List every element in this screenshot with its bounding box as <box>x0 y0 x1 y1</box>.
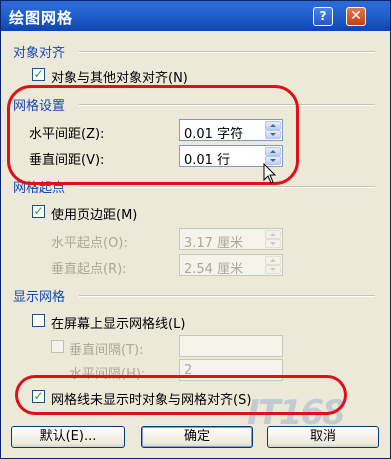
horizontal-spacing-label: 水平间距(Z): <box>29 127 105 142</box>
vertical-origin-value: 2.54 厘米 <box>184 262 244 277</box>
vertical-origin-spinner[interactable]: 2.54 厘米 <box>179 254 283 277</box>
grid-origin-header: 网格起点 <box>13 181 66 196</box>
horizontal-spacing-value: 0.01 字符 <box>184 127 244 142</box>
horizontal-origin-down-button[interactable] <box>265 239 281 248</box>
snap-when-hidden-label: 网格线未显示时对象与网格对齐(S) <box>51 393 252 408</box>
display-grid-separator <box>79 295 375 297</box>
default-button[interactable]: 默认(E)... <box>11 426 125 448</box>
vertical-spacing-label: 垂直间距(V): <box>29 153 105 168</box>
show-gridlines-label: 在屏幕上显示网格线(L) <box>51 317 186 332</box>
arrow-down-icon <box>270 159 276 162</box>
arrow-up-icon <box>270 124 276 127</box>
grid-origin-separator <box>79 186 375 188</box>
horizontal-every-value: 2 <box>184 363 193 378</box>
use-margins-checkbox[interactable]: ✓ <box>32 205 45 218</box>
horizontal-origin-label: 水平起点(O): <box>51 236 128 251</box>
arrow-down-icon <box>270 133 276 136</box>
vertical-spacing-value: 0.01 行 <box>184 153 231 168</box>
snap-separator <box>79 51 375 53</box>
horizontal-spacing-spinner[interactable]: 0.01 字符 <box>179 119 283 142</box>
horizontal-spacing-down-button[interactable] <box>265 130 281 139</box>
show-gridlines-checkbox[interactable] <box>32 314 45 327</box>
arrow-down-icon <box>270 242 276 245</box>
ok-button[interactable]: 确定 <box>141 426 253 448</box>
arrow-down-icon <box>270 268 276 271</box>
mouse-cursor-icon <box>263 163 277 184</box>
vertical-origin-down-button[interactable] <box>265 265 281 274</box>
snap-section-header: 对象对齐 <box>13 46 66 61</box>
dialog-title: 绘图网格 <box>9 9 74 27</box>
vertical-origin-up-button[interactable] <box>265 256 281 265</box>
vertical-spacing-up-button[interactable] <box>265 147 281 156</box>
arrow-up-icon <box>270 150 276 153</box>
snap-to-objects-checkbox[interactable]: ✓ <box>32 68 45 81</box>
arrow-up-icon <box>270 259 276 262</box>
horizontal-spacing-up-button[interactable] <box>265 121 281 130</box>
horizontal-origin-up-button[interactable] <box>265 230 281 239</box>
help-button[interactable]: ? <box>313 7 333 26</box>
horizontal-origin-spinner[interactable]: 3.17 厘米 <box>179 228 283 251</box>
grid-settings-header: 网格设置 <box>13 99 66 114</box>
snap-to-objects-label: 对象与其他对象对齐(N) <box>51 71 188 86</box>
horizontal-every-spinner[interactable]: 2 <box>179 359 283 381</box>
horizontal-every-label: 水平间隔(H): <box>69 367 146 382</box>
cancel-button[interactable]: 取消 <box>267 426 379 448</box>
vertical-every-label: 垂直间隔(T): <box>69 343 144 358</box>
drawing-grid-dialog: 绘图网格 ? ✕ 对象对齐 ✓ 对象与其他对象对齐(N) 网格设置 水平间距(Z… <box>0 0 391 459</box>
arrow-up-icon <box>270 233 276 236</box>
display-grid-header: 显示网格 <box>13 290 66 305</box>
grid-settings-separator <box>79 104 375 106</box>
use-margins-label: 使用页边距(M) <box>51 208 138 223</box>
vertical-every-spinner[interactable] <box>179 335 283 357</box>
vertical-every-checkbox[interactable] <box>51 340 64 353</box>
snap-when-hidden-checkbox[interactable]: ✓ <box>32 390 45 403</box>
title-bar[interactable]: 绘图网格 ? ✕ <box>1 1 390 31</box>
close-button[interactable]: ✕ <box>346 7 366 26</box>
horizontal-origin-value: 3.17 厘米 <box>184 236 244 251</box>
vertical-origin-label: 垂直起点(R): <box>51 262 127 277</box>
